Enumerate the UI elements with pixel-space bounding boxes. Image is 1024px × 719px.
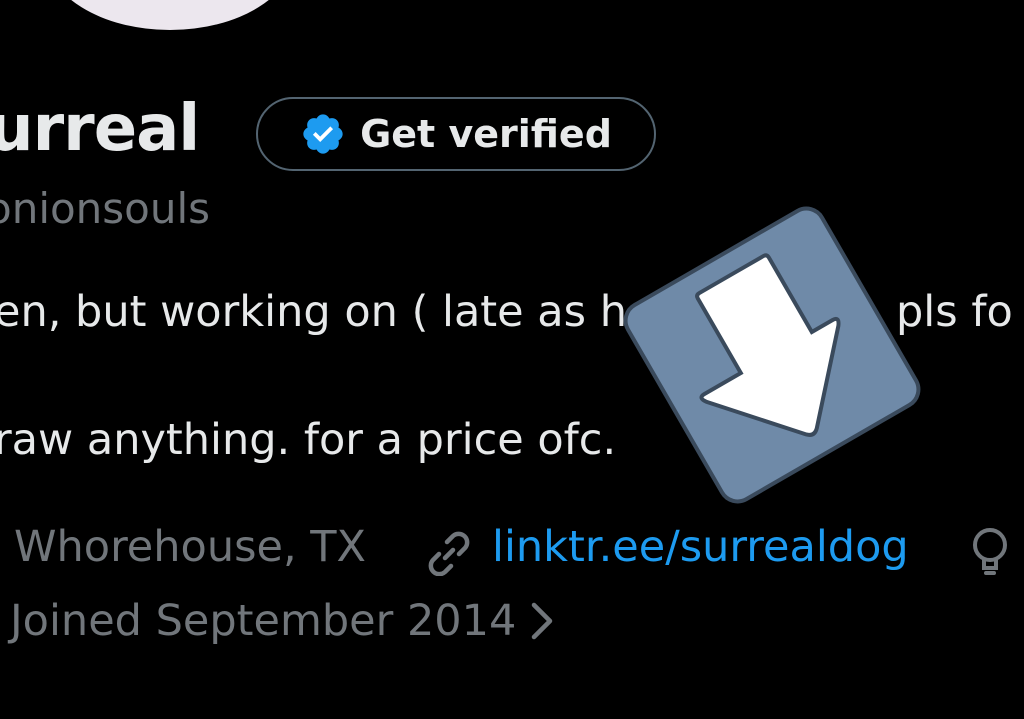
display-name: urreal [0, 92, 200, 166]
follow-counts-peek [0, 706, 1024, 719]
download-arrow-icon[interactable] [612, 205, 932, 505]
profile-link[interactable]: linktr.ee/surrealdog [492, 522, 909, 572]
link-icon [428, 531, 470, 576]
bio-line-2: raw anything. for a price ofc. [0, 415, 617, 465]
joined-date[interactable]: Joined September 2014 [10, 596, 556, 646]
joined-text: Joined September 2014 [10, 596, 517, 646]
lightbulb-icon [973, 528, 1007, 575]
location-text: Whorehouse, TX [14, 522, 366, 572]
chevron-right-icon [532, 602, 553, 640]
get-verified-label: Get verified [360, 112, 612, 156]
location: Whorehouse, TX [14, 522, 366, 572]
verified-badge-icon [303, 114, 343, 154]
bio-line-1: en, but working on ( late as h [0, 287, 627, 337]
avatar[interactable] [45, 0, 295, 30]
handle: onionsouls [0, 184, 211, 233]
get-verified-button[interactable]: Get verified [256, 97, 656, 171]
